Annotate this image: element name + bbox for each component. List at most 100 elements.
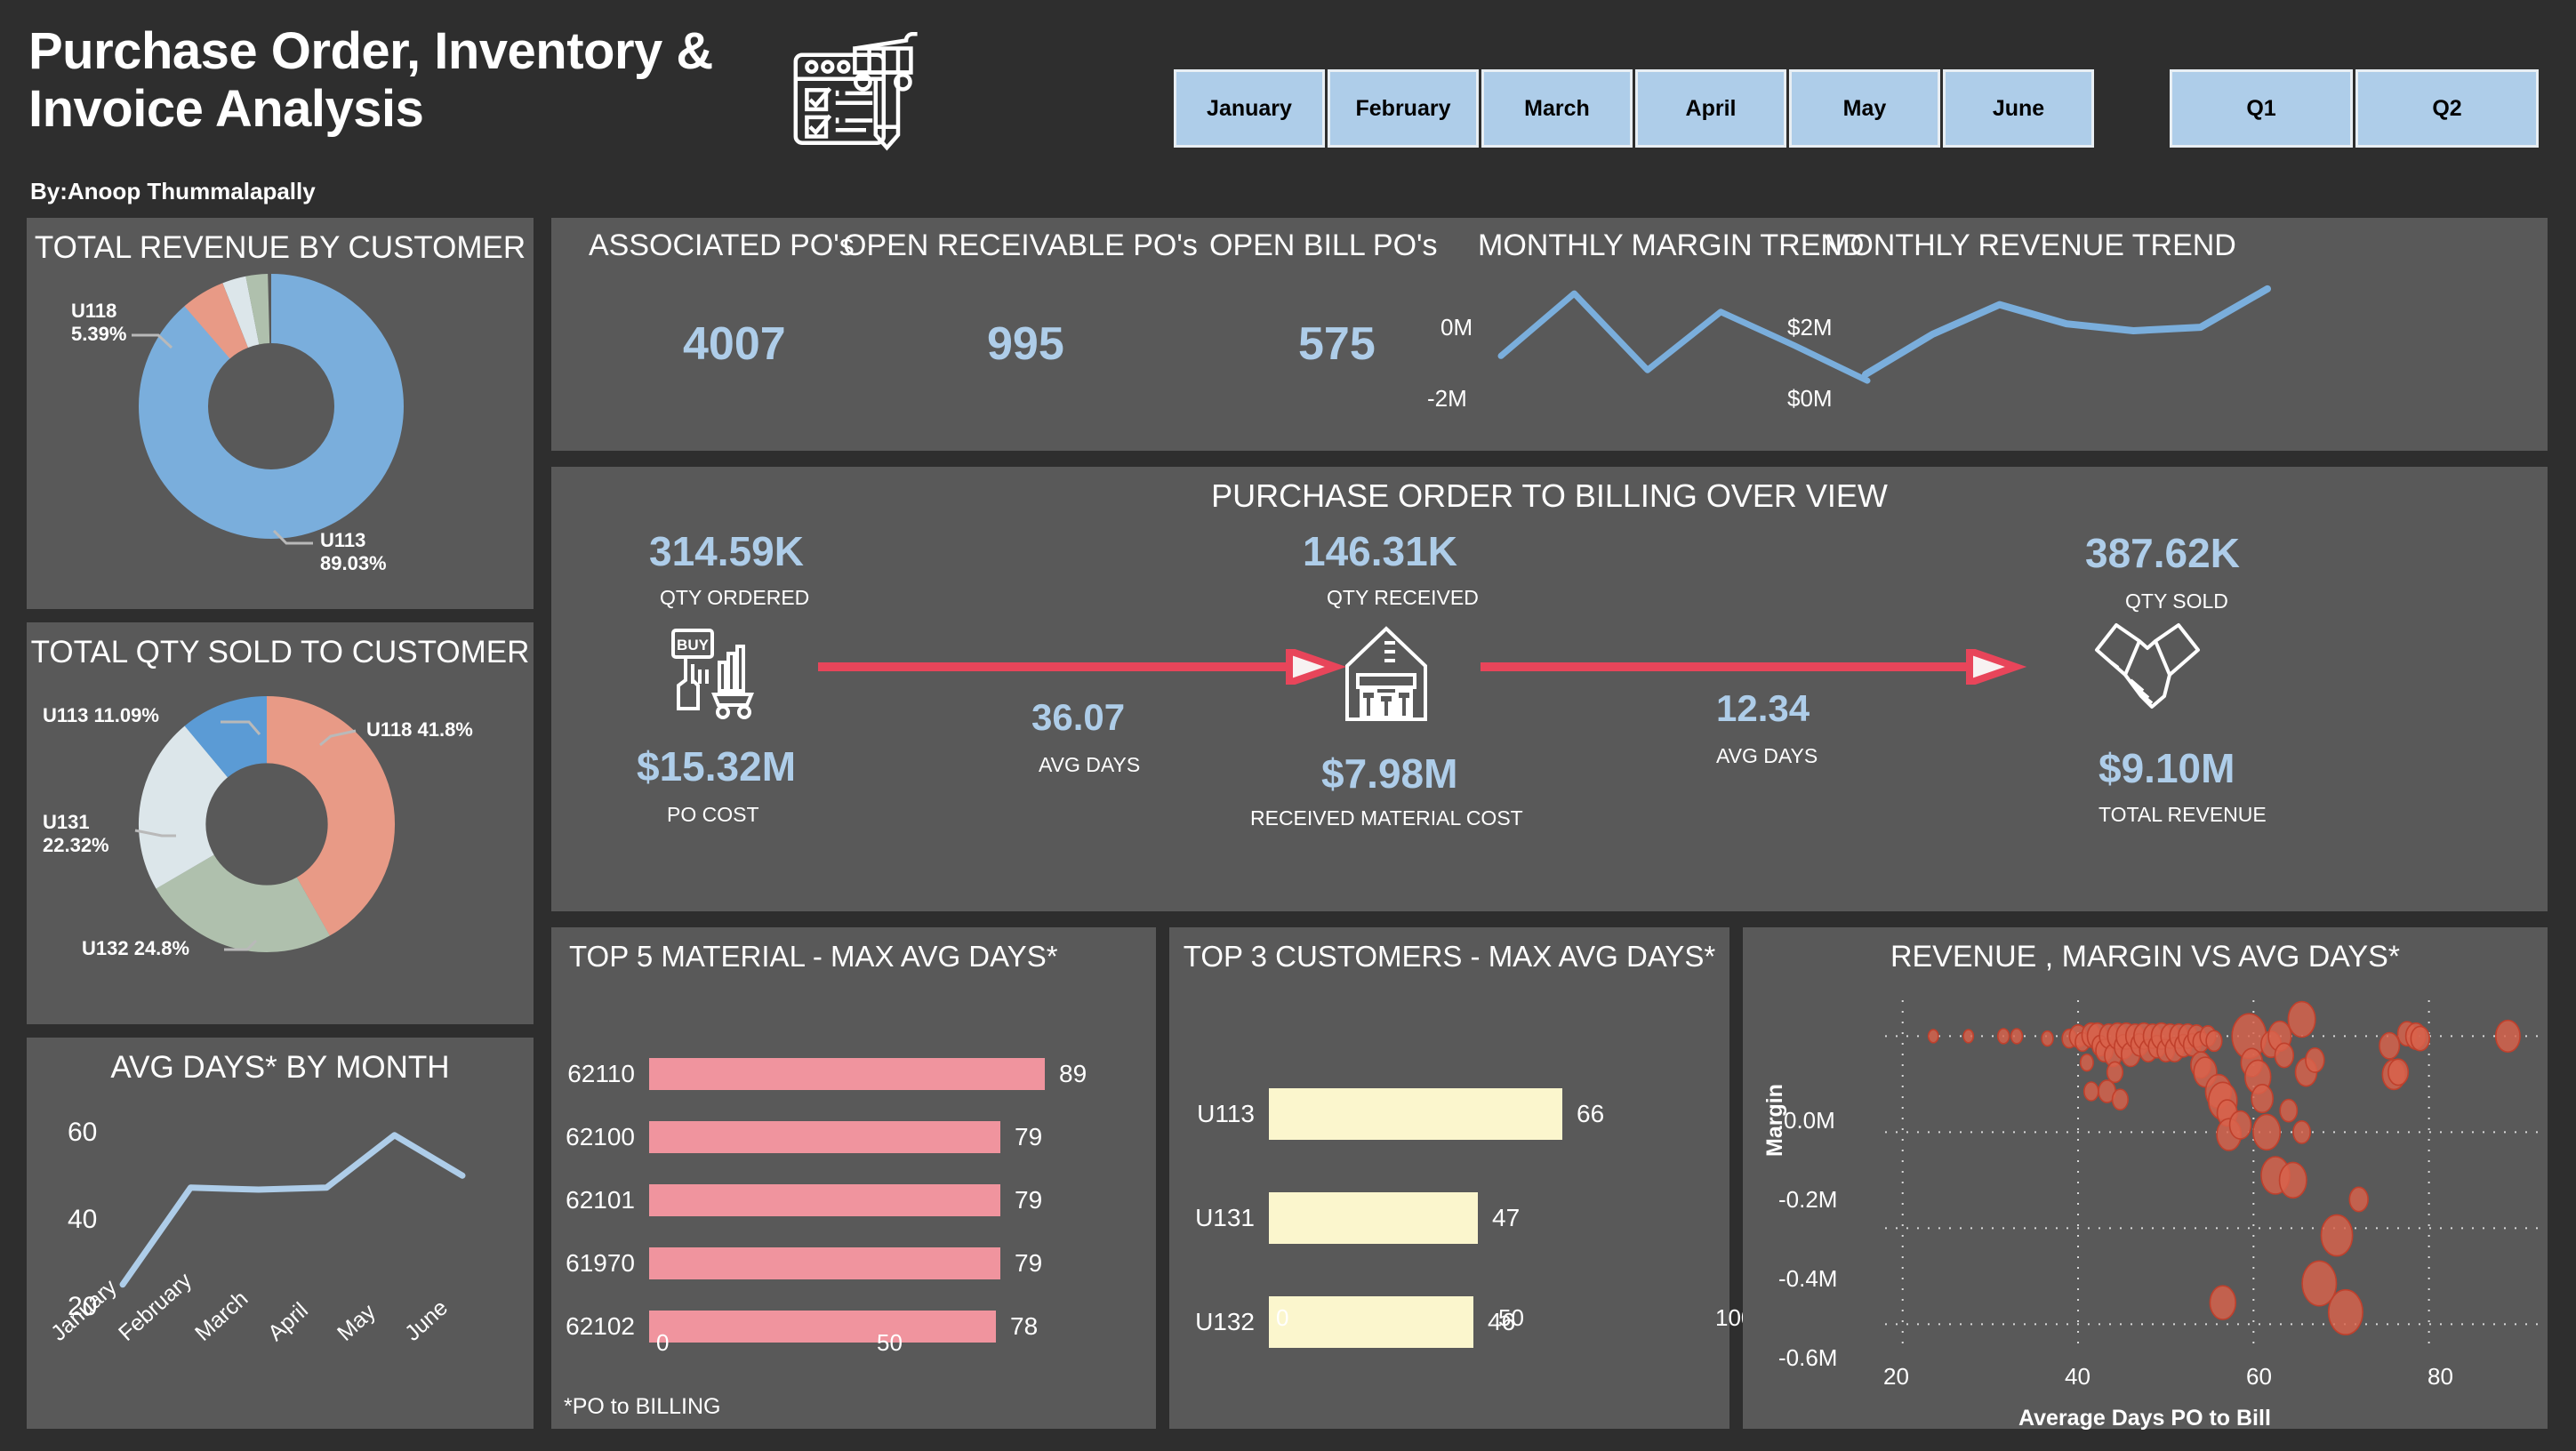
- page-author: By:Anoop Thummalapally: [30, 178, 316, 204]
- donut-slice-label-u118: U118 41.8%: [366, 718, 473, 741]
- slicer-month-march[interactable]: March: [1481, 69, 1633, 148]
- revenue-donut-chart[interactable]: U118 5.39% U113 89.03%: [27, 266, 534, 607]
- flow-qty-sold-label: QTY SOLD: [2125, 589, 2228, 613]
- bar-fill[interactable]: [649, 1184, 1000, 1216]
- flow-qty-received-value: 146.31K: [1303, 528, 1457, 574]
- bar-row[interactable]: 62100 79: [564, 1106, 1142, 1168]
- scatter-bubble[interactable]: [2278, 1161, 2307, 1199]
- bar-fill[interactable]: [1269, 1192, 1478, 1244]
- scatter-xtick-40: 40: [2065, 1363, 2090, 1390]
- bar-track: 89: [649, 1058, 1142, 1090]
- warehouse-icon: [1338, 623, 1434, 727]
- slicer-month-february[interactable]: February: [1328, 69, 1479, 148]
- flow-qty-received-label: QTY RECEIVED: [1327, 586, 1479, 609]
- scatter-ytick-04: -0.4M: [1778, 1265, 1838, 1292]
- qty-sold-donut-chart[interactable]: U113 11.09% U118 41.8% U131 22.32% U132 2…: [27, 670, 534, 1022]
- bar-category-label: 61970: [566, 1249, 635, 1277]
- scatter-xtick-80: 80: [2428, 1363, 2453, 1390]
- bar-row[interactable]: U113 66: [1184, 1062, 1717, 1166]
- bar-fill[interactable]: [649, 1058, 1045, 1090]
- scatter-bubble[interactable]: [2209, 1285, 2236, 1320]
- bar-track: 66: [1269, 1088, 1717, 1140]
- scatter-bubble[interactable]: [2205, 1030, 2223, 1053]
- bar-value-label: 66: [1577, 1100, 1605, 1127]
- scatter-bubble[interactable]: [2410, 1025, 2430, 1052]
- scatter-bubble[interactable]: [2041, 1030, 2054, 1047]
- kpi-value-associated-pos: 4007: [683, 318, 786, 370]
- slicer-month-may[interactable]: May: [1789, 69, 1940, 148]
- customers-x-axis: 0 50 100: [1184, 1304, 1753, 1340]
- scatter-bubble[interactable]: [2106, 1061, 2124, 1084]
- donut-slice-label-u118: U118 5.39%: [71, 300, 127, 346]
- donut-slice-label-u131: U131 22.32%: [43, 811, 109, 857]
- scatter-bubble[interactable]: [2111, 1088, 2129, 1111]
- donut-slice-label-u132: U132 24.8%: [82, 937, 190, 959]
- scatter-bubble[interactable]: [2274, 1042, 2295, 1069]
- avg-days-by-month-card: AVG DAYS* BY MONTH 60 40 20 January Febr…: [27, 1038, 534, 1429]
- chart-title-flow: PURCHASE ORDER TO BILLING OVER VIEW: [1211, 477, 1888, 514]
- chart-title-materials: TOP 5 MATERIAL - MAX AVG DAYS*: [569, 940, 1058, 973]
- scatter-xtick-60: 60: [2246, 1363, 2272, 1390]
- scatter-bubble[interactable]: [1996, 1028, 2010, 1045]
- scatter-bubble[interactable]: [2292, 1119, 2311, 1144]
- kpi-value-open-receivable-pos: 995: [987, 318, 1064, 370]
- bar-fill[interactable]: [1269, 1088, 1562, 1140]
- scatter-bubble[interactable]: [2379, 1031, 2401, 1060]
- scatter-bubble[interactable]: [2251, 1084, 2274, 1114]
- bar-row[interactable]: 61970 79: [564, 1232, 1142, 1295]
- revenue-trend-sparkline[interactable]: [1858, 273, 2321, 393]
- kpi-strip: ASSOCIATED PO's 4007 OPEN RECEIVABLE PO'…: [551, 218, 2548, 451]
- margin-axis-top: 0M: [1440, 314, 1473, 341]
- handshake-icon: [2090, 620, 2205, 724]
- materials-bar-chart[interactable]: 62110 89 62100 79 62101 79 61970 79 62102 78: [564, 1043, 1142, 1359]
- margin-axis-bottom: -2M: [1427, 385, 1467, 412]
- bar-fill[interactable]: [649, 1121, 1000, 1153]
- scatter-plot[interactable]: Margin 0.0M -0.2M -0.4M -0.6M 20 40 60 8…: [1743, 981, 2548, 1431]
- scatter-bubble[interactable]: [2495, 1019, 2521, 1054]
- flow-connector-2-value: 12.34: [1716, 687, 1810, 729]
- kpi-label-associated-pos: ASSOCIATED PO's: [589, 228, 855, 262]
- avgdays-line-chart[interactable]: 60 40 20 January February March April Ma…: [27, 1086, 534, 1415]
- bar-value-label: 79: [1015, 1249, 1043, 1277]
- flow-po-cost-label: PO COST: [667, 803, 759, 826]
- revenue-margin-vs-avg-days-card: REVENUE , MARGIN VS AVG DAYS* Margin 0.0…: [1743, 927, 2548, 1431]
- scatter-bubble[interactable]: [1962, 1029, 1975, 1044]
- slicer-quarter-q1[interactable]: Q1: [2170, 69, 2353, 148]
- scatter-bubble[interactable]: [2252, 1113, 2282, 1151]
- quarter-slicer[interactable]: Q1 Q2: [2170, 69, 2541, 148]
- scatter-bubble[interactable]: [2320, 1214, 2354, 1257]
- scatter-bubble[interactable]: [2228, 1110, 2252, 1140]
- top-5-material-card: TOP 5 MATERIAL - MAX AVG DAYS* 62110 89 62…: [551, 927, 1156, 1429]
- bar-fill[interactable]: [649, 1247, 1000, 1279]
- page-title: Purchase Order, Inventory & Invoice Anal…: [28, 22, 713, 138]
- materials-xtick-50: 50: [877, 1329, 903, 1356]
- scatter-bubble[interactable]: [2079, 1053, 2094, 1072]
- scatter-bubble[interactable]: [1927, 1029, 1939, 1044]
- scatter-bubble[interactable]: [2083, 1081, 2099, 1102]
- scatter-bubble[interactable]: [2305, 1046, 2325, 1073]
- slicer-month-april[interactable]: April: [1635, 69, 1786, 148]
- slicer-month-january[interactable]: January: [1174, 69, 1325, 148]
- bar-track: 47: [1269, 1192, 1717, 1244]
- slicer-month-june[interactable]: June: [1943, 69, 2094, 148]
- materials-xtick-0: 0: [656, 1329, 670, 1356]
- scatter-bubble[interactable]: [2010, 1028, 2024, 1045]
- bar-value-label: 47: [1492, 1204, 1521, 1231]
- scatter-bubble[interactable]: [2348, 1186, 2369, 1213]
- scatter-bubble[interactable]: [2327, 1288, 2363, 1335]
- chart-title-revenue-donut: TOTAL REVENUE BY CUSTOMER: [34, 230, 526, 265]
- bar-row[interactable]: 62110 89: [564, 1043, 1142, 1105]
- flow-connector-2-label: AVG DAYS: [1716, 744, 1818, 767]
- scatter-bubble[interactable]: [2387, 1058, 2410, 1086]
- slicer-quarter-q2[interactable]: Q2: [2355, 69, 2539, 148]
- scatter-bubble[interactable]: [2279, 1098, 2299, 1123]
- bar-row[interactable]: U131 47: [1184, 1166, 1717, 1270]
- scatter-bubble[interactable]: [2287, 1000, 2316, 1038]
- chart-title-margin-trend: MONTHLY MARGIN TREND: [1478, 228, 1865, 262]
- month-slicer[interactable]: January February March April May June: [1174, 69, 2097, 148]
- bar-category-label: U131: [1195, 1204, 1255, 1231]
- bar-row[interactable]: 62101 79: [564, 1169, 1142, 1231]
- bar-category-label: U113: [1197, 1100, 1255, 1127]
- donut-slice-label-u113: U113 89.03%: [320, 529, 387, 575]
- flow-total-revenue-value: $9.10M: [2099, 745, 2235, 791]
